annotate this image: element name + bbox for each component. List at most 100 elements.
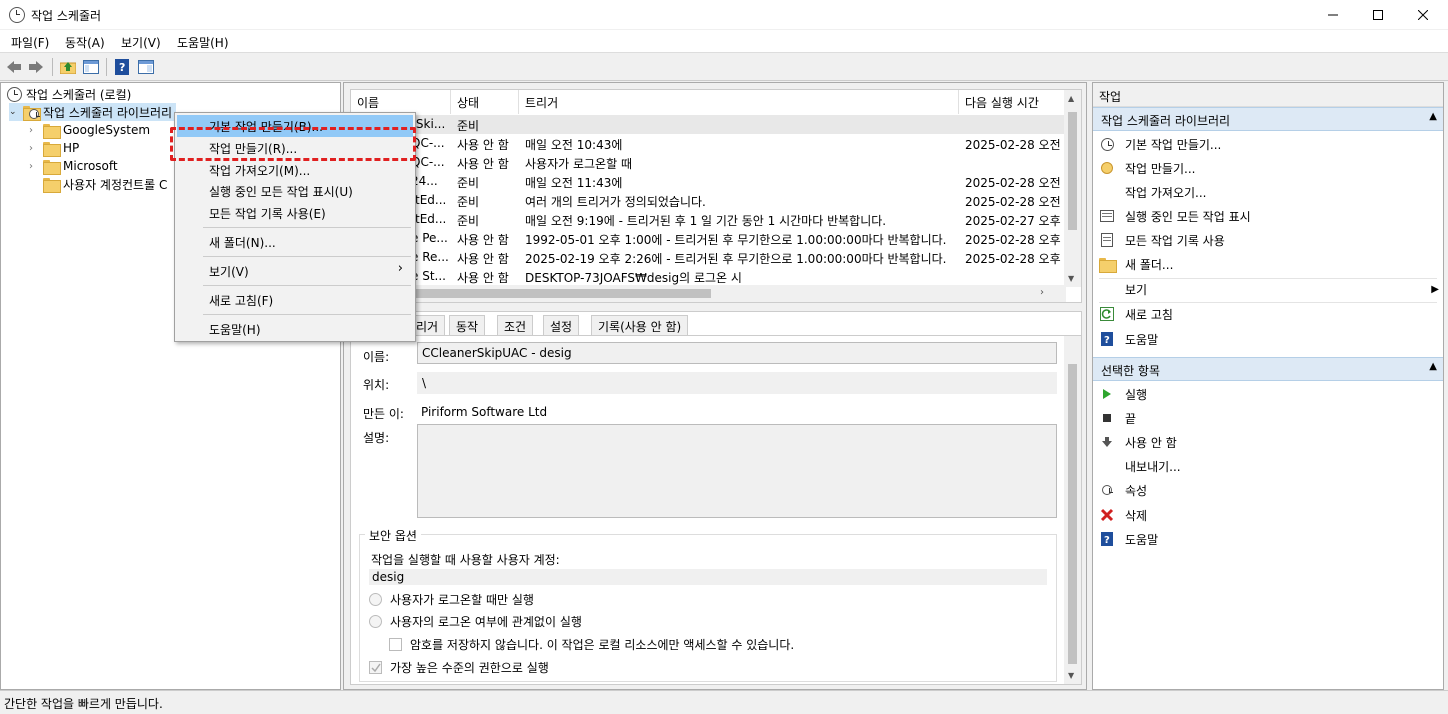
column-header-next-run[interactable]: 다음 실행 시간 <box>959 90 1067 114</box>
action-run[interactable]: 실행 <box>1099 383 1439 405</box>
folder-icon <box>43 123 61 139</box>
collapse-up-icon: ▲ <box>1429 361 1437 372</box>
tab-conditions[interactable]: 조건 <box>497 315 534 335</box>
name-field[interactable]: CCleanerSkipUAC - desig <box>417 342 1057 364</box>
action-help[interactable]: ? 도움말 <box>1099 328 1439 350</box>
radio-run-logged-on[interactable]: 사용자가 로그온할 때만 실행 <box>369 591 534 608</box>
action-create-basic-task[interactable]: 기본 작업 만들기... <box>1099 133 1439 155</box>
tab-history[interactable]: 기록(사용 안 함) <box>591 315 689 335</box>
action-display-running-tasks[interactable]: 실행 중인 모든 작업 표시 <box>1099 205 1439 227</box>
action-end[interactable]: 끝 <box>1099 407 1439 429</box>
tree-item-hp[interactable]: › HP <box>29 139 79 157</box>
show-hide-action-pane-button[interactable] <box>136 57 156 77</box>
actions-header: 작업 <box>1093 83 1443 107</box>
tab-settings[interactable]: 설정 <box>543 315 580 335</box>
svg-text:?: ? <box>1104 335 1110 346</box>
tab-actions[interactable]: 동작 <box>449 315 486 335</box>
tree-item-googlesystem[interactable]: › GoogleSystem <box>29 121 150 139</box>
action-export[interactable]: 내보내기... <box>1099 455 1439 477</box>
menu-view[interactable]: 보기(V) <box>121 34 161 51</box>
table-row[interactable]: ftEd... 준비 매일 오전 9:19에 - 트리거된 후 1 일 기간 동… <box>351 210 1067 229</box>
collapse-up-icon: ▲ <box>1429 111 1437 122</box>
minimize-icon <box>1328 14 1338 16</box>
folder-icon <box>43 159 61 175</box>
action-enable-history[interactable]: 모든 작업 기록 사용 <box>1099 229 1439 251</box>
tree-item-microsoft[interactable]: › Microsoft <box>29 157 118 175</box>
minimize-button[interactable] <box>1310 0 1356 30</box>
menu-item-display-running-tasks[interactable]: 실행 중인 모든 작업 표시(U) <box>177 180 413 202</box>
task-scheduler-icon <box>7 86 22 102</box>
running-tasks-icon <box>1099 208 1115 224</box>
description-field[interactable] <box>417 424 1057 518</box>
tree-library[interactable]: ⌄ 작업 스케줄러 라이브러리 <box>9 103 177 121</box>
action-delete[interactable]: 삭제 <box>1099 504 1439 526</box>
scroll-thumb[interactable] <box>1068 364 1077 664</box>
menu-action[interactable]: 동작(A) <box>65 34 105 51</box>
section-selected-item[interactable]: 선택한 항목 ▲ <box>1093 357 1443 381</box>
menu-item-refresh[interactable]: 새로 고침(F) <box>177 289 413 311</box>
table-row[interactable]: rSki... 준비 <box>351 115 1067 134</box>
title-bar: 작업 스케줄러 <box>0 0 1448 30</box>
up-folder-button[interactable] <box>58 57 78 77</box>
tree-item-uac[interactable]: 사용자 계정컨트롤 C <box>43 175 167 193</box>
column-header-trigger[interactable]: 트리거 <box>519 90 959 114</box>
location-label: 위치: <box>363 378 390 392</box>
location-field: \ <box>417 372 1057 394</box>
action-properties[interactable]: 속성 <box>1099 479 1439 501</box>
delete-icon <box>1099 507 1115 523</box>
menu-item-help[interactable]: 도움말(H) <box>177 318 413 340</box>
task-list-horizontal-scrollbar[interactable]: › <box>351 285 1066 302</box>
menu-item-enable-history[interactable]: 모든 작업 기록 사용(E) <box>177 202 413 224</box>
scroll-down-icon[interactable]: ▼ <box>1068 671 1074 680</box>
table-row[interactable]: e Pe... 사용 안 함 1992-05-01 오후 1:00에 - 트리거… <box>351 229 1067 248</box>
close-button[interactable] <box>1400 0 1446 30</box>
window-title: 작업 스케줄러 <box>31 9 102 23</box>
task-list-vertical-scrollbar[interactable]: ▲ ▼ <box>1064 90 1081 287</box>
action-disable[interactable]: 사용 안 함 <box>1099 431 1439 453</box>
menu-item-new-folder[interactable]: 새 폴더(N)... <box>177 231 413 253</box>
actions-pane: 작업 작업 스케줄러 라이브러리 ▲ 기본 작업 만들기... 작업 만들기..… <box>1092 82 1444 690</box>
table-row[interactable]: e St... 사용 안 함 DESKTOP-73JOAFS₩desig의 로그… <box>351 267 1067 286</box>
checkbox-do-not-store-password[interactable]: 암호를 저장하지 않습니다. 이 작업은 로컬 리소스에만 액세스할 수 있습니… <box>389 636 794 653</box>
maximize-icon <box>1373 10 1383 20</box>
table-row[interactable]: QC-... 사용 안 함 사용자가 로그온할 때 <box>351 153 1067 172</box>
middle-pane: 이름 상태 트리거 다음 실행 시간 rSki... 준비 QC-... 사용 … <box>343 82 1087 690</box>
action-view[interactable]: 보기 ▶ <box>1099 278 1439 300</box>
forward-button[interactable] <box>26 57 46 77</box>
maximize-button[interactable] <box>1355 0 1401 30</box>
scroll-right-icon[interactable]: › <box>1040 287 1044 298</box>
table-row[interactable]: ftEd... 준비 여러 개의 트리거가 정의되었습니다. 2025-02-2… <box>351 191 1067 210</box>
menu-help[interactable]: 도움말(H) <box>177 34 229 51</box>
action-help-selected[interactable]: ? 도움말 <box>1099 528 1439 550</box>
details-vertical-scrollbar[interactable]: ▼ <box>1064 336 1081 684</box>
table-row[interactable]: 24... 준비 매일 오전 11:43에 2025-02-28 오전 <box>351 172 1067 191</box>
tree-root[interactable]: 작업 스케줄러 (로컬) <box>7 85 131 103</box>
checkbox-highest-privileges[interactable]: 가장 높은 수준의 권한으로 실행 <box>369 659 549 676</box>
radio-run-whether-logged-on[interactable]: 사용자의 로그온 여부에 관계없이 실행 <box>369 613 582 630</box>
column-header-name[interactable]: 이름 <box>351 90 451 114</box>
svg-text:?: ? <box>119 61 125 74</box>
scroll-up-icon[interactable]: ▲ <box>1068 94 1074 103</box>
scroll-thumb[interactable] <box>1068 112 1077 230</box>
section-library[interactable]: 작업 스케줄러 라이브러리 ▲ <box>1093 107 1443 131</box>
menu-file[interactable]: 파일(F) <box>11 34 49 51</box>
help-book-icon: ? <box>115 59 129 75</box>
action-create-task[interactable]: 작업 만들기... <box>1099 157 1439 179</box>
table-row[interactable]: QC-... 사용 안 함 매일 오전 10:43에 2025-02-28 오전 <box>351 134 1067 153</box>
action-refresh[interactable]: 새로 고침 <box>1099 303 1439 325</box>
help-button[interactable]: ? <box>112 57 132 77</box>
action-new-folder[interactable]: 새 폴더... <box>1099 253 1439 275</box>
checkbox-icon <box>389 638 402 651</box>
table-row[interactable]: e Re... 사용 안 함 2025-02-19 오후 2:26에 - 트리거… <box>351 248 1067 267</box>
column-header-status[interactable]: 상태 <box>451 90 519 114</box>
task-details: 리거 동작 조건 설정 기록(사용 안 함) 이름: CCleanerSkipU… <box>350 311 1082 685</box>
close-icon <box>1418 10 1428 20</box>
menu-item-import-task[interactable]: 작업 가져오기(M)... <box>177 159 413 181</box>
back-button[interactable] <box>4 57 24 77</box>
menu-item-view[interactable]: 보기(V) › <box>177 260 413 282</box>
action-import-task[interactable]: 작업 가져오기... <box>1099 181 1439 203</box>
scroll-down-icon[interactable]: ▼ <box>1068 274 1074 283</box>
name-label: 이름: <box>363 350 390 364</box>
show-hide-tree-button[interactable] <box>81 57 101 77</box>
toolbar: ? <box>0 52 1448 81</box>
